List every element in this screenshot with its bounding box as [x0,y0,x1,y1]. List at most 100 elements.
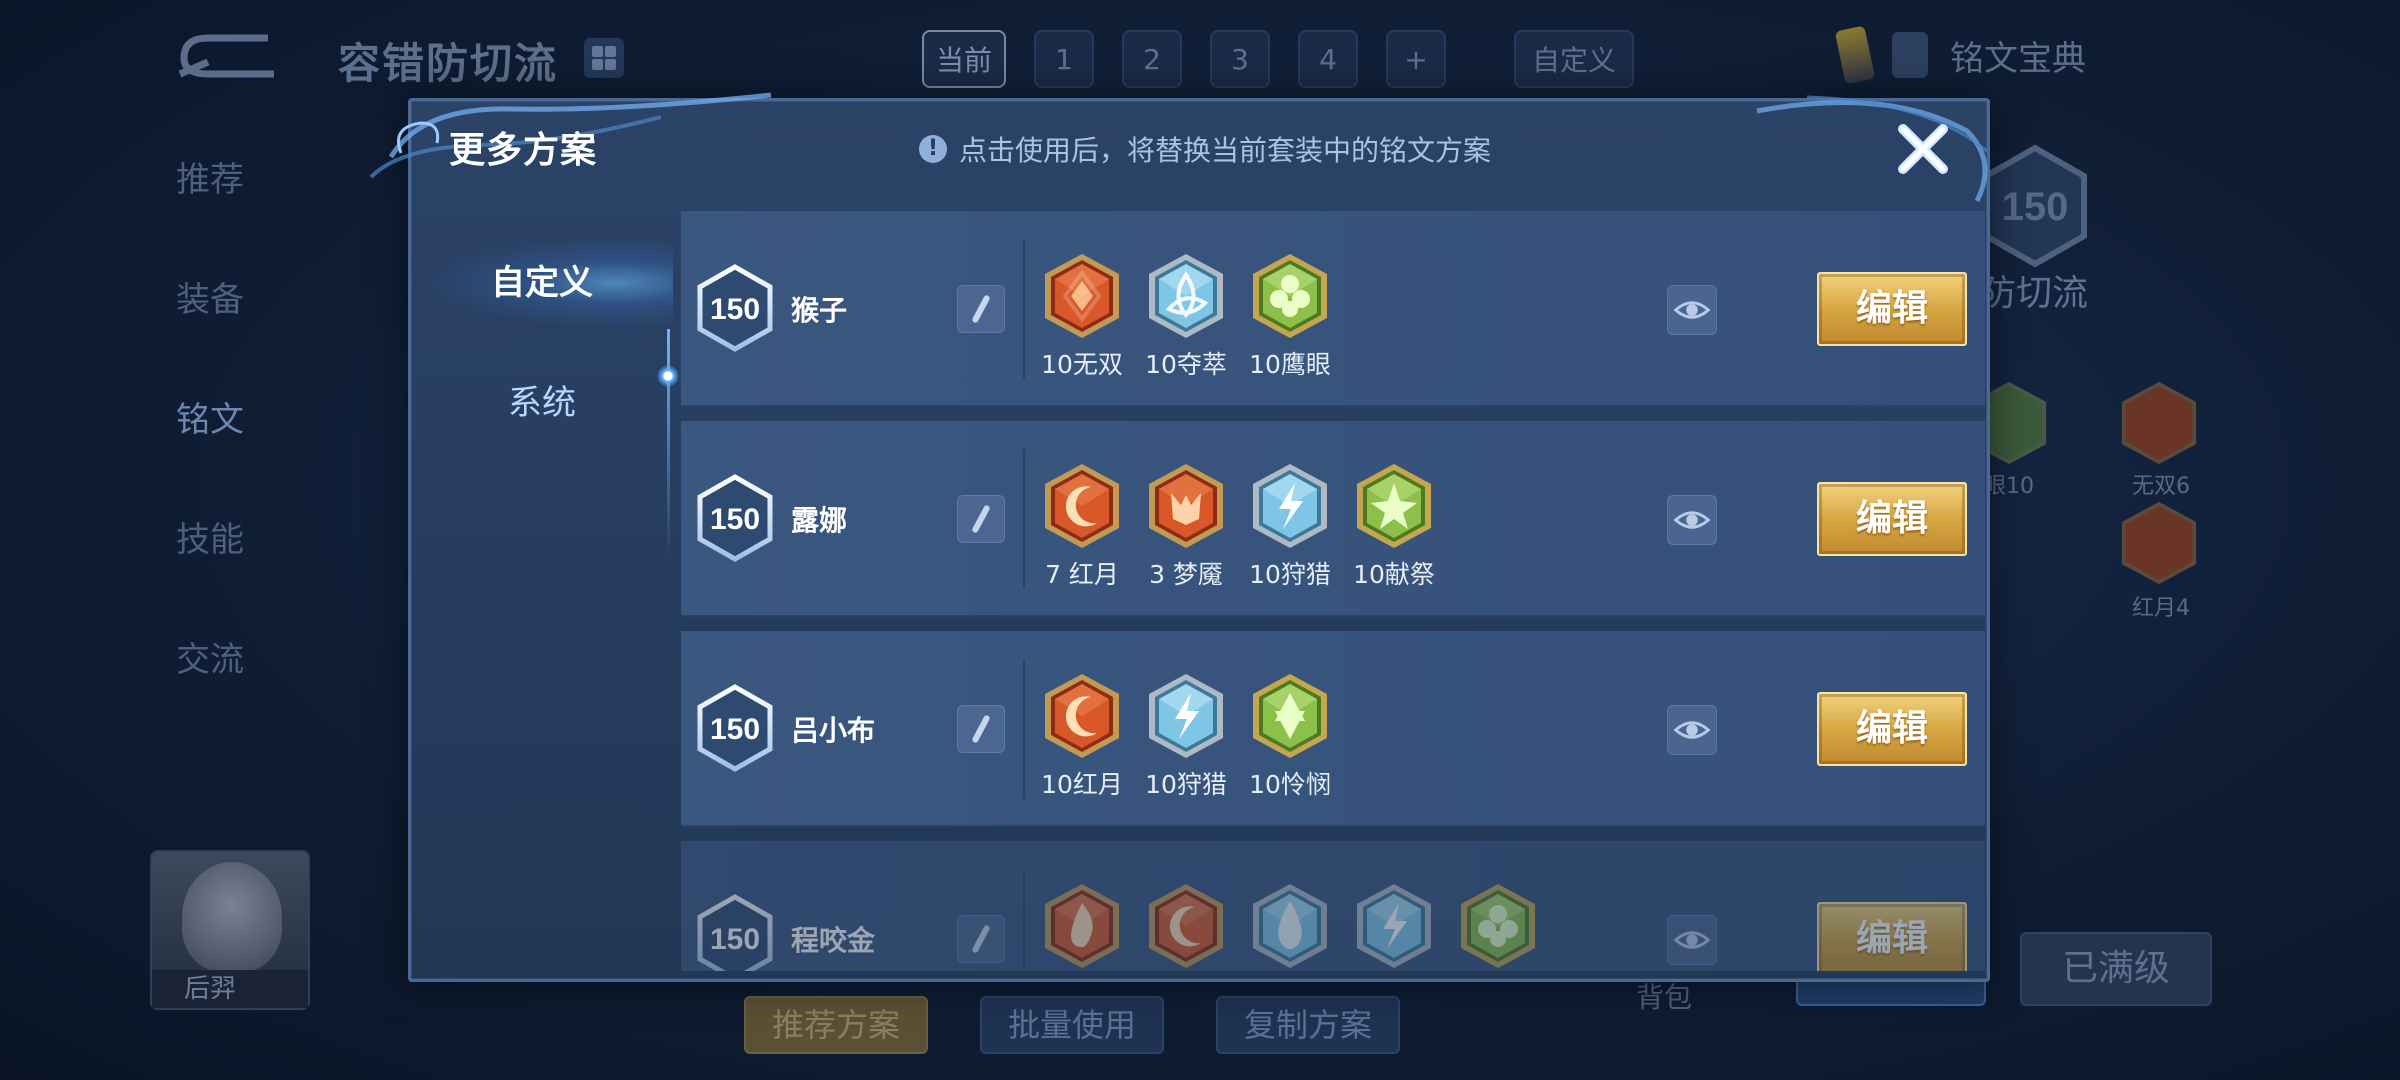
red-rune-icon [1045,674,1119,758]
tab-current[interactable]: 当前 [922,30,1007,88]
rename-pen-icon[interactable] [957,285,1005,333]
rune-item [1353,881,1435,971]
plan-row[interactable]: 150 露娜 7 红月 3 梦魇 10狩猎 10献祭 编辑 [681,421,1985,617]
plan-name: 露娜 [791,504,848,537]
guide-book-icon[interactable] [1892,32,1928,78]
rune-item: 10怜悯 [1249,671,1331,801]
rename-pen-icon[interactable] [957,915,1005,963]
red-rune-icon [1149,884,1223,968]
card-icon[interactable] [1834,25,1876,85]
nav-item-runes[interactable]: 铭文 [176,395,244,515]
rune-label: 10狩猎 [1145,770,1227,799]
rune-label: 眼10 [1984,474,2034,499]
rune-item [1145,881,1227,971]
green-rune-icon [1253,254,1327,338]
tab-custom[interactable]: 自定义 [1514,30,1635,88]
level-hex-icon: 150 [697,264,773,352]
hero-portrait [182,862,282,972]
rename-pen-icon[interactable] [957,705,1005,753]
plan-category-tabs: 自定义 系统 [411,189,679,569]
edit-button[interactable]: 编辑 [1817,902,1967,971]
green-rune-icon [1253,674,1327,758]
nav-item-skills[interactable]: 技能 [176,515,244,635]
preview-eye-icon[interactable] [1667,285,1717,335]
edit-button[interactable]: 编辑 [1817,692,1967,766]
tab-slot-3[interactable]: 3 [1210,30,1271,88]
tab-slot-4[interactable]: 4 [1298,30,1359,88]
rename-pen-icon[interactable] [957,495,1005,543]
tab-system-plans[interactable]: 系统 [411,353,673,453]
nav-item-equipment[interactable]: 装备 [176,275,244,395]
rune-label: 10无双 [1041,350,1123,379]
grid-icon[interactable] [584,38,624,78]
plan-row[interactable]: 150 猴子 10无双 10夺萃 10鹰眼 编辑 [681,211,1985,407]
rune-item: 3 梦魇 [1145,461,1227,591]
rune-item: 10狩猎 [1249,461,1331,591]
tab-slot-1[interactable]: 1 [1034,30,1095,88]
rune-label: 无双6 [2132,474,2190,499]
rune-label: 10夺萃 [1145,350,1227,379]
preview-eye-icon[interactable] [1667,915,1717,965]
edit-button[interactable]: 编辑 [1817,272,1967,346]
rune-icon [2121,501,2197,585]
maxed-button: 已满级 [2020,932,2212,1006]
bag-label[interactable]: 背包 [1636,976,1692,1016]
rune-label: 10献祭 [1353,560,1435,589]
level-hex-icon: 150 [697,684,773,772]
plan-level: 150 [710,503,760,536]
red-rune-icon [1045,464,1119,548]
plan-row[interactable]: 150 程咬金 编辑 [681,841,1985,971]
rune-list: 10红月 10狩猎 10怜悯 [1041,671,1331,801]
batch-use-button[interactable]: 批量使用 [980,996,1165,1054]
left-nav: 推荐 装备 铭文 技能 交流 [176,155,244,755]
nav-item-community[interactable]: 交流 [176,635,244,755]
tab-custom-plans[interactable]: 自定义 [411,233,673,333]
red-rune-icon [1045,884,1119,968]
blue-rune-icon [1149,674,1223,758]
rune-label: 3 梦魇 [1149,560,1223,589]
plan-level: 150 [710,713,760,746]
level-hex-icon: 150 [697,894,773,971]
dialog-title: 更多方案 [449,130,598,171]
preview-eye-icon[interactable] [1667,495,1717,545]
level-hex-icon: 150 [1983,144,2087,268]
level-hex-icon: 150 [697,474,773,562]
blue-rune-icon [1253,884,1327,968]
rune-item [1041,881,1123,971]
red-rune-icon [1045,254,1119,338]
info-icon: ! [919,135,947,163]
nav-item-recommend[interactable]: 推荐 [176,155,244,275]
rune-item [1249,881,1331,971]
guide-label[interactable]: 铭文宝典 [1950,31,2086,80]
row-divider [1023,659,1025,799]
copy-plan-button[interactable]: 复制方案 [1216,996,1401,1054]
edit-button[interactable]: 编辑 [1817,482,1967,556]
rune-icon [2121,381,2197,465]
plan-level: 150 [710,923,760,956]
back-arrow-icon[interactable] [178,32,278,80]
blue-rune-icon [1149,254,1223,338]
rune-label: 10狩猎 [1249,560,1331,589]
tab-indicator-line [667,329,670,559]
decor-swirl-icon [1756,95,1988,203]
green-rune-icon [1357,464,1431,548]
recommend-plan-button[interactable]: 推荐方案 [744,996,929,1054]
blue-rune-icon [1357,884,1431,968]
bottom-buttons: 推荐方案 批量使用 复制方案 [744,996,1401,1054]
plan-list[interactable]: 150 猴子 10无双 10夺萃 10鹰眼 编辑 150 露娜 7 红月 3 梦魇 10… [681,211,1985,971]
red-rune-icon [1149,464,1223,548]
plan-row[interactable]: 150 吕小布 10红月 10狩猎 10怜悯 编辑 [681,631,1985,827]
tab-slot-2[interactable]: 2 [1122,30,1183,88]
rune-list [1041,881,1539,971]
top-right-tools: 铭文宝典 [1834,25,2086,85]
more-plans-dialog: 更多方案 ! 点击使用后，将替换当前套装中的铭文方案 自定义 系统 150 猴子… [369,92,1990,982]
close-icon[interactable] [1891,117,1955,181]
rune-list: 10无双 10夺萃 10鹰眼 [1041,251,1331,381]
hero-card[interactable]: 后羿 [150,850,310,1010]
rune-item: 10献祭 [1353,461,1435,591]
row-divider [1023,239,1025,379]
plan-level: 150 [710,293,760,326]
hero-name: 后羿 [152,970,308,1008]
tab-add[interactable]: + [1386,30,1447,88]
preview-eye-icon[interactable] [1667,705,1717,755]
